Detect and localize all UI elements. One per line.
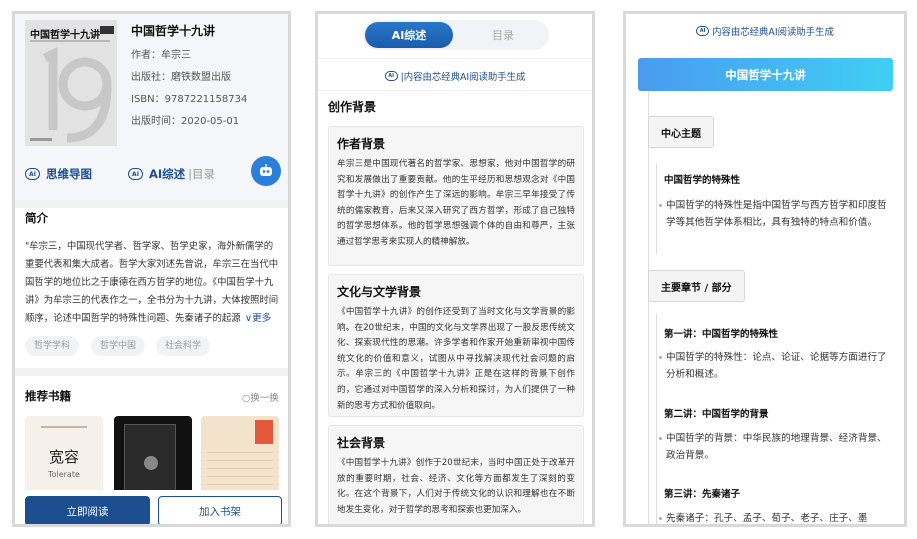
mindmap-subnode[interactable]: 第一讲：中国哲学的特殊性: [664, 326, 778, 340]
book-publish-date: 出版时间：2020-05-01: [131, 116, 240, 127]
summary-card: 社会背景 《中国哲学十九讲》创作于20世纪末，当时中国正处于改革开放的重要时期，…: [328, 425, 584, 524]
intro-heading: 简介: [25, 211, 48, 225]
mindmap-label: 思维导图: [46, 167, 92, 181]
book-actions: AI 思维导图 AI AI综述 |目录: [15, 154, 288, 194]
read-now-button[interactable]: 立即阅读: [25, 496, 150, 524]
mindmap-panel: AI 内容由芯经典AI阅读助手生成 中国哲学十九讲 中心主题 中国哲学的特殊性 …: [623, 11, 907, 527]
cover-badge: [100, 26, 114, 34]
ai-generated-note: AI |内容由芯经典AI阅读助手生成: [318, 69, 592, 83]
card-title: 文化与文学背景: [337, 285, 422, 299]
mindmap-button[interactable]: AI 思维导图: [25, 166, 92, 182]
cover-title: 中国哲学十九讲: [30, 30, 100, 41]
ai-icon: AI: [696, 26, 710, 36]
tab-ai-summary[interactable]: AI综述: [365, 22, 453, 48]
tree-connector: [656, 314, 657, 524]
ai-icon: AI: [384, 71, 398, 81]
mindmap-leaf: 中国哲学的特殊性：论点、论证、论据等方面进行了分析和概述。: [659, 349, 890, 383]
mindmap-leaf: 先秦诸子：孔子、孟子、荀子、老子、庄子、墨: [659, 510, 890, 524]
tag-chip[interactable]: 哲学学科: [25, 336, 80, 356]
refresh-button[interactable]: ○换一换: [242, 390, 279, 404]
ai-summary-label: AI综述: [149, 167, 186, 181]
mindmap-root-node[interactable]: 中国哲学十九讲: [638, 58, 893, 91]
book-cover[interactable]: 中国哲学十九讲: [25, 20, 117, 146]
card-body: 《中国哲学十九讲》创作于20世纪末，当时中国正处于改革开放的重要时期，社会、经济…: [337, 458, 575, 515]
cover-line: [207, 476, 273, 477]
mindmap-leaf: 中国哲学的特殊性是指中国哲学与西方哲学和印度哲学等其他哲学体系相比，具有独特的特…: [659, 197, 890, 231]
mindmap-node-chapters[interactable]: 主要章节 / 部分: [648, 270, 745, 302]
mindmap-subnode[interactable]: 第三讲：先秦诸子: [664, 486, 740, 500]
card-title: 社会背景: [337, 436, 386, 450]
cover-decoration: [41, 426, 87, 428]
cover-line: [207, 484, 273, 485]
cover-line: [207, 452, 273, 453]
ai-assistant-robot-icon[interactable]: [251, 156, 281, 186]
section-divider: [15, 368, 288, 376]
mindmap-leaf: 中国哲学的背景：中华民族的地理背景、经济背景、政治背景。: [659, 430, 890, 464]
ai-summary-button[interactable]: AI AI综述 |目录: [128, 166, 215, 182]
tag-chip[interactable]: 哲学中国: [91, 336, 146, 356]
book-publisher: 出版社：磨铁数盟出版: [131, 72, 231, 83]
mindmap-subnode[interactable]: 第二讲：中国哲学的背景: [664, 406, 769, 420]
ai-generated-note-text: 内容由芯经典AI阅读助手生成: [712, 27, 834, 38]
cover-line: [207, 460, 273, 461]
recommend-heading: 推荐书籍: [25, 389, 71, 403]
book-isbn: ISBN：9787221158734: [131, 94, 248, 105]
card-body: 《中国哲学十九讲》的创作还受到了当时文化与文学背景的影响。在20世纪末，中国的文…: [337, 307, 575, 411]
more-link[interactable]: ∨更多: [242, 310, 272, 324]
recommended-book-title: 宽容: [48, 448, 79, 466]
ai-summary-panel: AI综述 目录 AI |内容由芯经典AI阅读助手生成 创作背景 作者背景 牟宗三…: [315, 11, 595, 527]
refresh-label: 换一换: [250, 393, 279, 404]
divider: [318, 58, 592, 59]
cover-line: [207, 468, 273, 469]
card-body: 牟宗三是中国现代著名的哲学家、思想家，他对中国哲学的研究和发展做出了重要贡献。他…: [337, 159, 575, 247]
tree-connector: [648, 91, 649, 524]
tag-chip[interactable]: 社会科学: [156, 336, 211, 356]
ai-icon: AI: [128, 168, 143, 180]
cover-numeral-art: [42, 46, 112, 143]
bottom-action-bar: 立即阅读 加入书架: [15, 490, 288, 524]
book-author: 作者：牟宗三: [131, 50, 191, 61]
book-header: 中国哲学十九讲 中国哲学十九讲 作者：牟宗三 出版社：磨铁数盟出版 ISBN：9…: [15, 14, 288, 200]
ai-generated-note-text: |内容由芯经典AI阅读助手生成: [400, 72, 526, 83]
cover-seal-art: [255, 420, 273, 444]
cover-publisher-mark: [30, 138, 52, 141]
toc-link[interactable]: |目录: [188, 166, 215, 182]
ai-generated-note: AI 内容由芯经典AI阅读助手生成: [626, 24, 904, 38]
view-switch: AI综述 目录: [363, 20, 549, 50]
tree-connector: [656, 164, 657, 254]
divider: [318, 90, 592, 91]
summary-card: 作者背景 牟宗三是中国现代著名的哲学家、思想家，他对中国哲学的研究和发展做出了重…: [328, 126, 584, 266]
tab-toc[interactable]: 目录: [459, 22, 547, 48]
mindmap-node-center[interactable]: 中心主题: [648, 116, 714, 148]
add-to-shelf-button[interactable]: 加入书架: [158, 496, 282, 524]
recommended-book-subtitle: Tolerate: [48, 470, 80, 479]
book-detail-panel: 中国哲学十九讲 中国哲学十九讲 作者：牟宗三 出版社：磨铁数盟出版 ISBN：9…: [12, 11, 291, 527]
more-label: 更多: [252, 313, 272, 324]
summary-card: 文化与文学背景 《中国哲学十九讲》的创作还受到了当时文化与文学背景的影响。在20…: [328, 274, 584, 417]
card-title: 作者背景: [337, 137, 386, 151]
section-divider: [15, 200, 288, 208]
ai-icon: AI: [25, 168, 40, 180]
section-heading: 创作背景: [328, 100, 377, 114]
book-title: 中国哲学十九讲: [131, 24, 216, 38]
mindmap-subnode[interactable]: 中国哲学的特殊性: [664, 172, 740, 186]
owl-emblem-icon: [144, 456, 158, 470]
